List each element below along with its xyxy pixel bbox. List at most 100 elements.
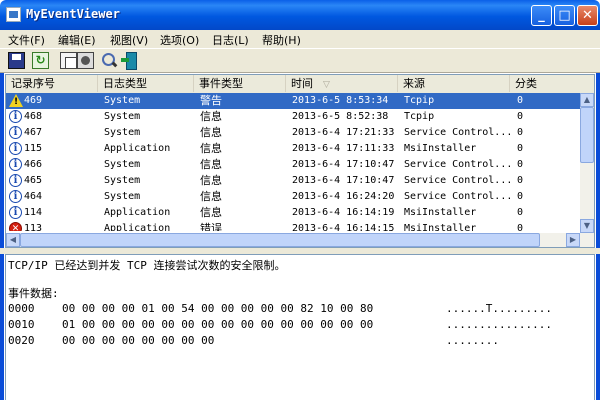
table-row[interactable]: ✕ 113 Application 错误 2013-6-4 16:14:15 MsiIns… — [6, 221, 580, 231]
table-row[interactable]: i 467 System 信息 2013-6-4 17:21:33 Service Con… — [6, 125, 580, 141]
table-row[interactable]: 469 System 警告 2013-6-5 8:53:34 Tcpip 0 — [6, 93, 580, 109]
title-bar[interactable]: MyEventViewer _ □ ✕ — [0, 0, 600, 30]
minimize-button[interactable]: _ — [531, 5, 552, 26]
cell-record: 465 — [24, 175, 43, 186]
toolbar: ↻ — [0, 48, 600, 73]
cell-log-type: System — [104, 159, 141, 170]
cell-record: 466 — [24, 159, 43, 170]
hex-ascii: ................ — [446, 318, 552, 331]
window-title: MyEventViewer — [26, 7, 120, 21]
cell-time: 2013-6-4 17:10:47 — [292, 159, 395, 170]
cell-time: 2013-6-4 16:14:19 — [292, 207, 395, 218]
menu-file[interactable]: 文件(F) — [8, 32, 45, 48]
table-row[interactable]: i 464 System 信息 2013-6-4 16:24:20 Service Con… — [6, 189, 580, 205]
cell-category: 0 — [517, 127, 524, 138]
warning-icon — [9, 94, 23, 108]
exit-icon[interactable] — [121, 52, 138, 70]
hex-row: 0020 00 00 00 00 00 00 00 00 ........ — [8, 334, 499, 399]
cell-log-type: System — [104, 175, 141, 186]
cell-event-type: 警告 — [200, 94, 222, 107]
hex-bytes: 00 00 00 00 00 00 00 00 — [62, 334, 215, 347]
info-icon: i — [9, 174, 22, 187]
save-icon[interactable] — [8, 52, 25, 69]
cell-record: 464 — [24, 191, 43, 202]
cell-record: 114 — [24, 207, 43, 218]
scroll-right-icon[interactable]: ▶ — [566, 233, 580, 247]
vertical-scrollbar[interactable]: ▲ ▼ — [580, 93, 594, 233]
cell-event-type: 信息 — [200, 158, 222, 171]
horizontal-scroll-thumb[interactable] — [20, 233, 540, 247]
scroll-down-icon[interactable]: ▼ — [580, 219, 594, 233]
scroll-left-icon[interactable]: ◀ — [6, 233, 20, 247]
hex-offset: 0020 — [8, 334, 35, 347]
column-header-log-type[interactable]: 日志类型 — [98, 75, 194, 92]
menu-edit[interactable]: 编辑(E) — [58, 32, 96, 48]
app-icon[interactable] — [6, 7, 21, 22]
event-detail-pane[interactable]: TCP/IP 已经达到并发 TCP 连接尝试次数的安全限制。 事件数据: 000… — [5, 254, 595, 400]
cell-source: Tcpip — [404, 95, 435, 106]
cell-event-type: 信息 — [200, 206, 222, 219]
info-icon: i — [9, 126, 22, 139]
cell-category: 0 — [517, 175, 524, 186]
cell-event-type: 信息 — [200, 126, 222, 139]
column-header-event-type[interactable]: 事件类型 — [194, 75, 286, 92]
cell-event-type: 错误 — [200, 222, 222, 231]
column-header-category[interactable]: 分类 — [510, 75, 594, 92]
cell-time: 2013-6-4 17:21:33 — [292, 127, 395, 138]
list-header: 记录序号 日志类型 事件类型 时间 ▽ 来源 分类 — [6, 75, 594, 94]
copy-icon[interactable] — [60, 52, 77, 69]
cell-source: Service Control... — [404, 159, 512, 170]
event-list[interactable]: 记录序号 日志类型 事件类型 时间 ▽ 来源 分类 469 System 警告 2013… — [5, 74, 595, 248]
close-button[interactable]: ✕ — [577, 5, 598, 26]
cell-event-type: 信息 — [200, 142, 222, 155]
menu-options[interactable]: 选项(O) — [160, 32, 199, 48]
column-header-time[interactable]: 时间 ▽ — [286, 75, 398, 92]
table-row[interactable]: i 466 System 信息 2013-6-4 17:10:47 Service Con… — [6, 157, 580, 173]
cell-time: 2013-6-4 16:14:15 — [292, 223, 395, 231]
info-icon: i — [9, 142, 22, 155]
menu-log[interactable]: 日志(L) — [212, 32, 249, 48]
cell-log-type: System — [104, 191, 141, 202]
column-label: 来源 — [403, 77, 425, 90]
sort-arrow-icon: ▽ — [323, 80, 330, 90]
properties-icon[interactable] — [77, 52, 94, 69]
cell-log-type: Application — [104, 223, 171, 231]
column-header-source[interactable]: 来源 — [398, 75, 510, 92]
cell-record: 468 — [24, 111, 43, 122]
cell-source: Tcpip — [404, 111, 435, 122]
table-row[interactable]: i 465 System 信息 2013-6-4 17:10:47 Service Con… — [6, 173, 580, 189]
horizontal-scrollbar[interactable]: ◀ ▶ — [6, 233, 594, 247]
cell-time: 2013-6-4 17:11:33 — [292, 143, 395, 154]
menu-help[interactable]: 帮助(H) — [262, 32, 301, 48]
window-border-left — [0, 30, 4, 400]
maximize-button[interactable]: □ — [554, 5, 575, 26]
cell-category: 0 — [517, 95, 524, 106]
cell-log-type: Application — [104, 143, 171, 154]
cell-time: 2013-6-4 17:10:47 — [292, 175, 395, 186]
vertical-scroll-thumb[interactable] — [580, 107, 594, 163]
event-data-label: 事件数据: — [8, 287, 59, 300]
cell-category: 0 — [517, 111, 524, 122]
column-header-record[interactable]: 记录序号 — [6, 75, 98, 92]
hex-offset: 0010 — [8, 318, 35, 331]
refresh-icon[interactable]: ↻ — [32, 52, 49, 69]
cell-category: 0 — [517, 191, 524, 202]
hex-bytes: 01 00 00 00 00 00 00 00 00 00 00 00 00 0… — [62, 318, 374, 331]
info-icon: i — [9, 110, 22, 123]
cell-source: MsiInstaller — [404, 143, 477, 154]
hex-offset: 0000 — [8, 302, 35, 315]
table-row[interactable]: i 115 Application 信息 2013-6-4 17:11:33 MsiIns… — [6, 141, 580, 157]
find-icon[interactable] — [101, 52, 118, 69]
column-label: 日志类型 — [103, 77, 147, 90]
table-row[interactable]: i 114 Application 信息 2013-6-4 16:14:19 MsiIns… — [6, 205, 580, 221]
cell-record: 469 — [24, 95, 43, 106]
cell-event-type: 信息 — [200, 190, 222, 203]
cell-time: 2013-6-5 8:53:34 — [292, 95, 389, 106]
info-icon: i — [9, 190, 22, 203]
table-row[interactable]: i 468 System 信息 2013-6-5 8:52:38 Tcpip 0 — [6, 109, 580, 125]
menu-bar: 文件(F) 编辑(E) 视图(V) 选项(O) 日志(L) 帮助(H) — [0, 30, 600, 48]
menu-view[interactable]: 视图(V) — [110, 32, 148, 48]
scroll-up-icon[interactable]: ▲ — [580, 93, 594, 107]
cell-record: 113 — [24, 223, 43, 231]
cell-source: MsiInstaller — [404, 223, 477, 231]
